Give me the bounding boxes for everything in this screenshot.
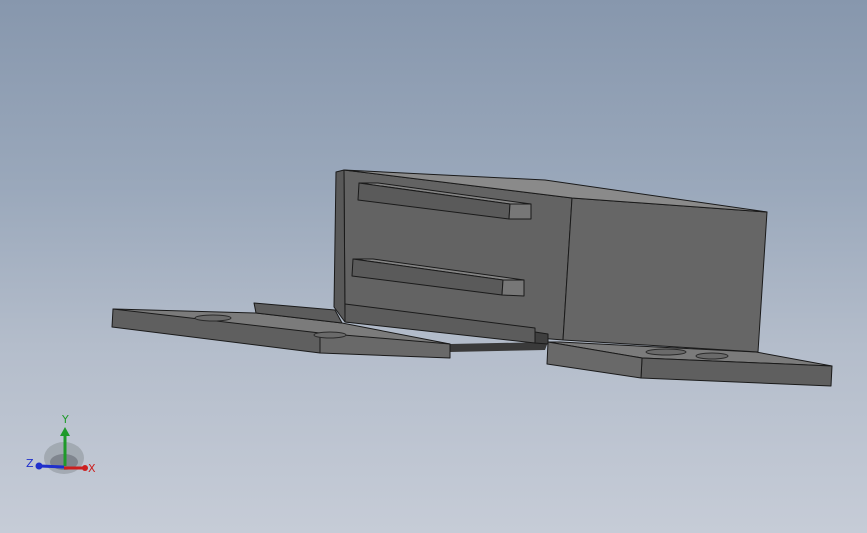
lower-slot-end — [501, 279, 525, 297]
housing-side-face[interactable] — [562, 197, 768, 353]
z-axis-arrow — [35, 462, 43, 470]
z-axis-line — [39, 464, 65, 469]
model-shadow — [450, 342, 548, 352]
left-flange-hole-2 — [313, 331, 347, 339]
reference-triad: Y X Z — [26, 413, 96, 475]
x-axis-label: X — [88, 462, 96, 475]
right-flange-hole-2 — [695, 352, 729, 360]
left-flange-hole-1 — [194, 314, 232, 322]
upper-slot-end — [508, 203, 532, 220]
z-axis-label: Z — [26, 457, 34, 470]
y-axis-arrow — [60, 427, 70, 436]
right-flange-hole-1 — [645, 348, 687, 356]
graphics-viewport[interactable]: Y X Z — [0, 0, 867, 533]
3d-model[interactable] — [0, 0, 867, 533]
housing-left-wall[interactable] — [333, 169, 346, 323]
housing-bottom-notch — [534, 331, 549, 345]
y-axis-label: Y — [61, 413, 69, 426]
